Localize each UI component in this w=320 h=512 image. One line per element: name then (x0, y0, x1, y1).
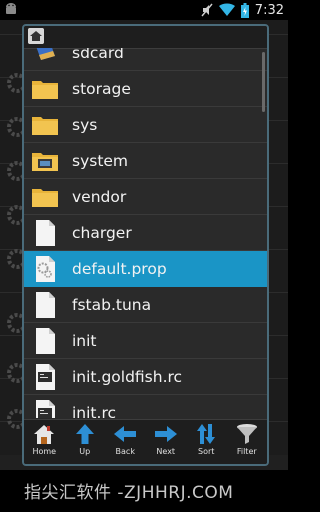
file-picker-dialog: sdcard storage sys system vendor charger… (22, 24, 269, 466)
script-file-icon (36, 399, 55, 418)
filter-button[interactable]: Filter (228, 420, 266, 456)
dialog-header (24, 26, 267, 49)
file-name: storage (72, 79, 131, 98)
file-name: init.rc (72, 403, 116, 419)
next-button[interactable]: Next (147, 420, 185, 456)
sort-button[interactable]: Sort (187, 420, 225, 456)
toolbar-label: Filter (236, 447, 257, 456)
list-item-selected[interactable]: default.prop (24, 251, 267, 287)
file-name: default.prop (72, 259, 167, 278)
watermark: 指尖汇软件 -ZJHHRJ.COM (24, 483, 234, 503)
battery-icon (240, 2, 249, 18)
arrow-up-icon (75, 424, 94, 444)
system-folder-icon (32, 152, 58, 171)
toolbar-label: Back (115, 447, 135, 456)
mute-icon (201, 3, 213, 17)
file-icon (36, 291, 55, 318)
scrollbar[interactable] (262, 52, 265, 112)
file-name: charger (72, 223, 132, 242)
script-file-icon (36, 363, 55, 390)
list-item[interactable]: storage (24, 71, 267, 107)
list-item[interactable]: fstab.tuna (24, 287, 267, 323)
list-item[interactable]: sys (24, 107, 267, 143)
arrow-right-icon (154, 426, 177, 442)
toolbar-label: Home (32, 447, 57, 456)
file-name: vendor (72, 187, 127, 206)
list-item[interactable]: system (24, 143, 267, 179)
status-bar: 7:32 (0, 0, 288, 20)
wifi-icon (218, 3, 235, 17)
toolbar-label: Next (156, 447, 176, 456)
sdcard-icon (36, 48, 55, 60)
file-name: sdcard (72, 48, 124, 62)
filter-icon (236, 424, 257, 444)
file-name: init.goldfish.rc (72, 367, 183, 386)
file-name: sys (72, 115, 98, 134)
back-button[interactable]: Back (106, 420, 144, 456)
folder-icon (32, 188, 58, 207)
up-button[interactable]: Up (66, 420, 104, 456)
file-name: system (72, 151, 129, 170)
list-item[interactable]: vendor (24, 179, 267, 215)
arrow-left-icon (114, 426, 137, 442)
folder-icon (32, 116, 58, 135)
file-icon (36, 327, 55, 354)
list-item[interactable]: init.goldfish.rc (24, 359, 267, 395)
file-icon (36, 219, 55, 246)
toolbar-label: Up (79, 447, 91, 456)
android-icon (6, 3, 16, 14)
file-list: sdcard storage sys system vendor charger… (24, 48, 267, 418)
home-icon[interactable] (28, 28, 44, 44)
folder-icon (32, 80, 58, 99)
home-icon (34, 425, 55, 444)
list-item[interactable]: charger (24, 215, 267, 251)
file-name: init (72, 331, 97, 350)
config-file-icon (36, 255, 55, 282)
list-item[interactable]: init.rc (24, 395, 267, 418)
sort-icon (197, 424, 216, 444)
clock: 7:32 (254, 2, 284, 18)
list-item[interactable]: sdcard (24, 48, 267, 71)
dialog-toolbar: Home Up Back Next Sort Filter (24, 419, 267, 464)
home-button[interactable]: Home (25, 420, 63, 456)
file-name: fstab.tuna (72, 295, 152, 314)
list-item[interactable]: init (24, 323, 267, 359)
toolbar-label: Sort (198, 447, 215, 456)
